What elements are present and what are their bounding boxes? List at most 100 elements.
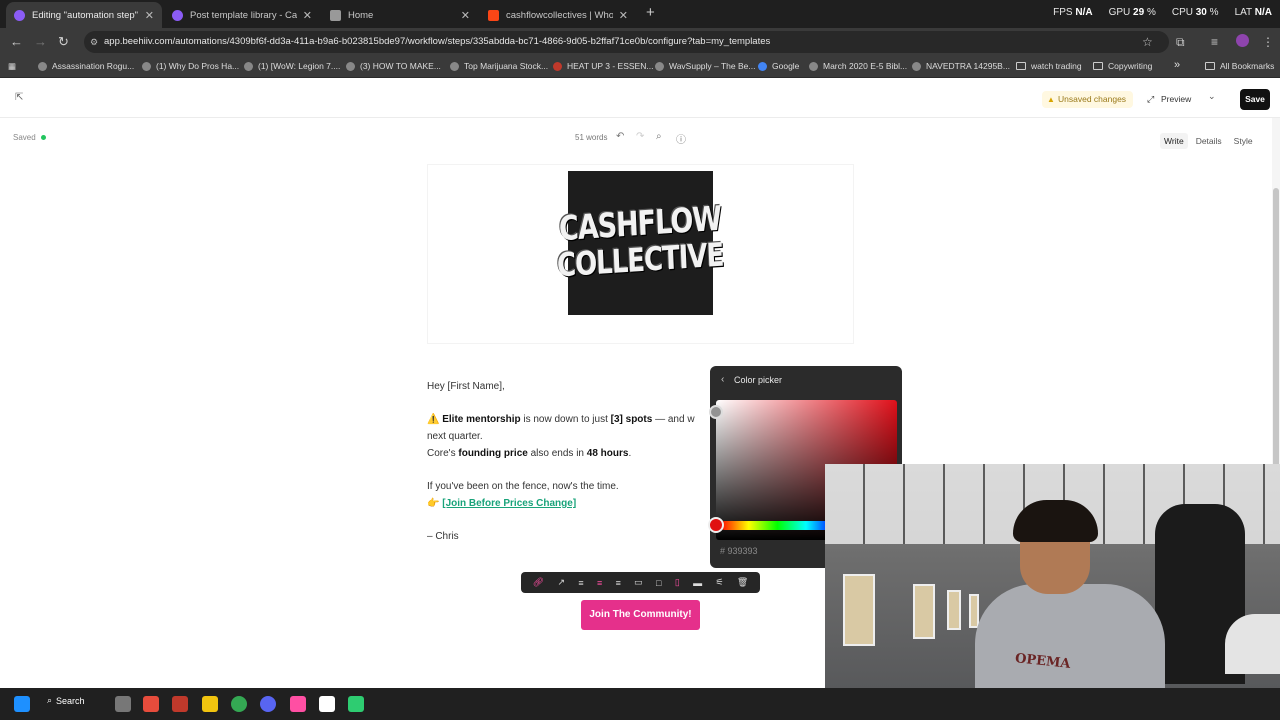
editor-toolbar: ⇱ ▲ Unsaved changes ⤢ Preview ⌄ Save <box>0 80 1280 118</box>
expand-icon: ⤢ <box>1147 94 1155 104</box>
reload-icon[interactable]: ↻ <box>58 34 69 50</box>
bookmark-folder[interactable]: Copywriting <box>1093 61 1152 71</box>
warning-emoji: ⚠️ <box>427 414 440 425</box>
preview-button[interactable]: ⤢ Preview <box>1145 91 1191 108</box>
tab-whop[interactable]: cashflowcollectives | Whop ✕ <box>480 2 636 28</box>
paragraph-fence[interactable]: If you've been on the fence, now's the t… <box>427 481 619 492</box>
bookmark-item[interactable]: NAVEDTRA 14295B... <box>912 61 1010 71</box>
extensions-icon[interactable]: ⧉ <box>1176 35 1185 50</box>
apps-icon[interactable]: ▦ <box>8 61 16 72</box>
close-icon[interactable]: ✕ <box>145 9 154 22</box>
paragraph-quarter[interactable]: next quarter. <box>427 431 483 442</box>
help-icon[interactable]: ⓘ <box>676 131 686 146</box>
menu-icon[interactable]: ⋮ <box>1262 35 1274 49</box>
bookmark-icon <box>809 61 818 71</box>
full-width-icon[interactable]: ▬ <box>693 578 702 588</box>
url-text: app.beehiiv.com/automations/4309bf6f-dd3… <box>104 36 771 47</box>
media-icon[interactable]: ≡ <box>1211 35 1218 49</box>
greeting-text[interactable]: Hey [First Name], <box>427 381 505 392</box>
chevron-left-icon[interactable]: ‹ <box>721 374 724 385</box>
signoff-text[interactable]: – Chris <box>427 531 459 542</box>
paragraph-link[interactable]: 👉 [Join Before Prices Change] <box>427 498 576 509</box>
saturation-handle[interactable] <box>709 405 723 419</box>
tab-style[interactable]: Style <box>1230 133 1257 149</box>
profile-avatar[interactable] <box>1236 34 1249 47</box>
bookmark-item[interactable]: Assassination Rogu... <box>38 61 134 71</box>
chevron-down-icon[interactable]: ⌄ <box>1208 91 1216 102</box>
folder-icon <box>1016 62 1026 70</box>
file-explorer-icon[interactable] <box>202 696 218 712</box>
undo-icon[interactable]: ↶ <box>616 131 624 142</box>
bookmark-item[interactable]: March 2020 E-5 Bibl... <box>809 61 907 71</box>
tab-write[interactable]: Write <box>1160 133 1188 149</box>
app-icon[interactable] <box>290 696 306 712</box>
bookmark-icon <box>142 61 151 71</box>
bookmark-item[interactable]: (1) [WoW: Legion 7.... <box>244 61 340 71</box>
bookmark-item[interactable]: HEAT UP 3 - ESSEN... <box>553 61 653 71</box>
scrollbar-thumb[interactable] <box>1273 188 1279 498</box>
url-field[interactable]: ⚙ app.beehiiv.com/automations/4309bf6f-d… <box>84 31 1169 53</box>
redo-icon[interactable]: ↷ <box>636 131 644 142</box>
bookmark-folder[interactable]: watch trading <box>1016 61 1082 71</box>
site-info-icon[interactable]: ⚙ <box>90 31 98 53</box>
bookmark-item[interactable]: WavSupply – The Be... <box>655 61 755 71</box>
forward-icon[interactable]: → <box>34 34 47 49</box>
paragraph-elite[interactable]: ⚠️ Elite mentorship is now down to just … <box>427 414 695 425</box>
align-right-icon[interactable]: ≡ <box>616 578 621 588</box>
copilot-icon[interactable] <box>143 696 159 712</box>
button-color-icon[interactable]: ▯ <box>675 577 680 588</box>
word-count: 51 words <box>575 133 608 142</box>
bookmark-star-icon[interactable]: ☆ <box>1142 35 1153 49</box>
windows-start-icon[interactable] <box>14 696 30 712</box>
align-center-icon[interactable]: ≡ <box>597 578 602 588</box>
hue-handle[interactable] <box>708 517 724 533</box>
align-left-icon[interactable]: ≡ <box>578 578 583 588</box>
bookmark-icon <box>655 61 664 71</box>
link-icon[interactable]: 🔗︎ <box>533 577 544 588</box>
join-before-prices-change-link[interactable]: [Join Before Prices Change] <box>442 498 576 509</box>
beehiiv-icon <box>172 9 183 21</box>
save-button[interactable]: Save <box>1240 89 1270 110</box>
discord-icon[interactable] <box>260 696 276 712</box>
bookmark-item[interactable]: Google <box>758 61 799 71</box>
close-icon[interactable]: ✕ <box>619 9 628 22</box>
page-icon <box>330 9 341 21</box>
task-view-icon[interactable] <box>115 696 131 712</box>
back-icon[interactable]: ← <box>10 34 23 49</box>
close-icon[interactable]: ✕ <box>461 9 470 22</box>
bookmark-icon <box>553 61 562 71</box>
warning-icon: ▲ <box>1047 95 1055 104</box>
join-community-button[interactable]: Join The Community! <box>581 600 700 630</box>
search-icon[interactable]: ⌕ <box>656 131 662 142</box>
chrome-icon[interactable] <box>231 696 247 712</box>
new-tab-button[interactable]: + <box>646 4 655 21</box>
wall-poster <box>913 584 935 639</box>
collapse-icon[interactable]: ⇱ <box>15 92 23 103</box>
bookmark-item[interactable]: (1) Why Do Pros Ha... <box>142 61 239 71</box>
bookmark-item[interactable]: Top Marijuana Stock... <box>450 61 548 71</box>
pointing-emoji: 👉 <box>427 498 440 509</box>
paragraph-founding[interactable]: Core's founding price also ends in 48 ho… <box>427 448 631 459</box>
all-bookmarks[interactable]: All Bookmarks <box>1205 61 1274 71</box>
size-small-icon[interactable]: ▭ <box>634 577 643 588</box>
close-icon[interactable]: ✕ <box>303 9 312 22</box>
tab-editing-automation-step[interactable]: Editing "automation step" ✕ <box>6 2 162 28</box>
hex-input[interactable]: # 939393 <box>720 546 758 556</box>
tab-home[interactable]: Home ✕ <box>322 2 478 28</box>
app-icon[interactable] <box>348 696 364 712</box>
more-bookmarks-icon[interactable]: » <box>1174 59 1180 71</box>
cashflow-collective-logo[interactable]: CASHFLOW COLLECTIVE <box>557 171 724 315</box>
open-link-icon[interactable]: ↗ <box>557 577 565 588</box>
tradingview-icon[interactable] <box>319 696 335 712</box>
webcam-overlay: OPEMA <box>825 464 1280 688</box>
opera-icon[interactable] <box>172 696 188 712</box>
tab-post-template-library[interactable]: Post template library - Cashflo... ✕ <box>164 2 320 28</box>
tab-details[interactable]: Details <box>1192 133 1226 149</box>
bookmark-item[interactable]: (3) HOW TO MAKE... <box>346 61 441 71</box>
taskbar-search[interactable]: ⌕ Search <box>47 695 85 706</box>
size-medium-icon[interactable]: □ <box>656 578 661 588</box>
trash-icon[interactable]: 🗑︎ <box>737 577 748 588</box>
streamer: OPEMA <box>975 500 1165 688</box>
settings-sliders-icon[interactable]: ⚟ <box>715 577 723 588</box>
search-icon: ⌕ <box>47 695 53 705</box>
